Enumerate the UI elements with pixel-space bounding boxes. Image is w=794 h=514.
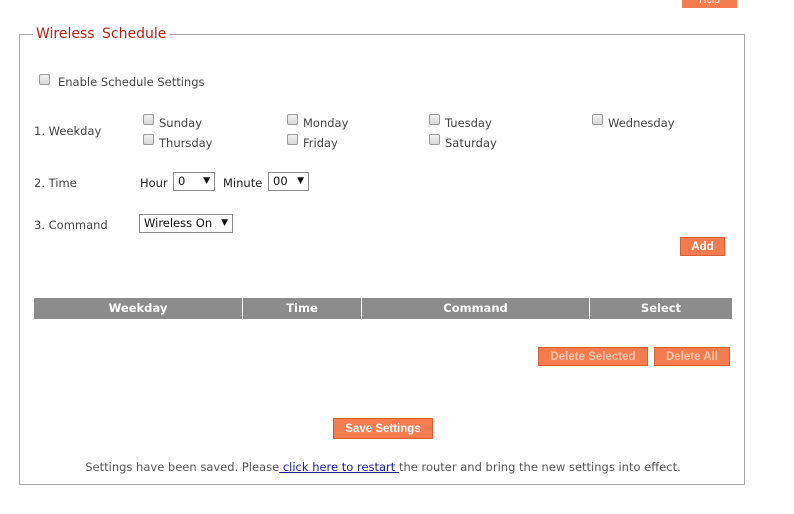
thursday-checkbox[interactable] (143, 134, 154, 145)
enable-schedule-label: Enable Schedule Settings (58, 75, 205, 89)
tuesday-checkbox[interactable] (429, 114, 440, 125)
add-button[interactable]: Add (680, 237, 725, 256)
column-header-time: Time (243, 298, 362, 319)
enable-schedule-checkbox[interactable] (39, 74, 50, 85)
friday-label: Friday (303, 136, 338, 150)
hour-select-value: 0 (178, 174, 186, 188)
wednesday-label: Wednesday (608, 116, 675, 130)
sunday-checkbox[interactable] (143, 114, 154, 125)
restart-link[interactable]: click here to restart (279, 460, 399, 474)
hour-select[interactable]: 0 ▼ (173, 172, 215, 191)
minute-select-value: 00 (273, 174, 288, 188)
tuesday-label: Tuesday (445, 116, 492, 130)
column-header-weekday: Weekday (34, 298, 243, 319)
sunday-label: Sunday (159, 116, 203, 130)
weekday-label: 1. Weekday (34, 124, 102, 138)
minute-label: Minute (223, 176, 263, 190)
thursday-label: Thursday (159, 136, 213, 150)
command-select-value: Wireless On (144, 216, 213, 230)
minute-select[interactable]: 00 ▼ (268, 172, 309, 191)
delete-selected-button[interactable]: Delete Selected (538, 347, 648, 366)
saturday-checkbox[interactable] (429, 134, 440, 145)
wireless-schedule-panel: Wireless Schedule Enable Schedule Settin… (19, 26, 746, 485)
restart-notice-suffix: the router and bring the new settings in… (398, 460, 681, 474)
friday-checkbox[interactable] (287, 134, 298, 145)
chevron-down-icon: ▼ (203, 176, 210, 186)
monday-label: Monday (303, 116, 349, 130)
hour-label: Hour (140, 176, 168, 190)
command-select[interactable]: Wireless On ▼ (139, 214, 233, 233)
time-label: 2. Time (34, 176, 77, 190)
schedule-table-header: Weekday Time Command Select (34, 298, 732, 319)
monday-checkbox[interactable] (287, 114, 298, 125)
column-header-select: Select (640, 301, 682, 315)
chevron-down-icon: ▼ (221, 218, 228, 228)
restart-notice-prefix: Settings have been saved. Please (85, 460, 280, 474)
delete-all-button[interactable]: Delete All (654, 347, 730, 366)
restart-notice: Settings have been saved. Please click h… (20, 460, 746, 474)
wednesday-checkbox[interactable] (592, 114, 603, 125)
save-settings-button[interactable]: Save Settings (333, 418, 433, 439)
help-button[interactable]: Help (682, 0, 737, 8)
chevron-down-icon: ▼ (297, 176, 304, 186)
column-header-command: Command (362, 298, 590, 319)
command-label: 3. Command (34, 218, 108, 232)
saturday-label: Saturday (445, 136, 497, 150)
panel-title: Wireless Schedule (33, 26, 170, 42)
